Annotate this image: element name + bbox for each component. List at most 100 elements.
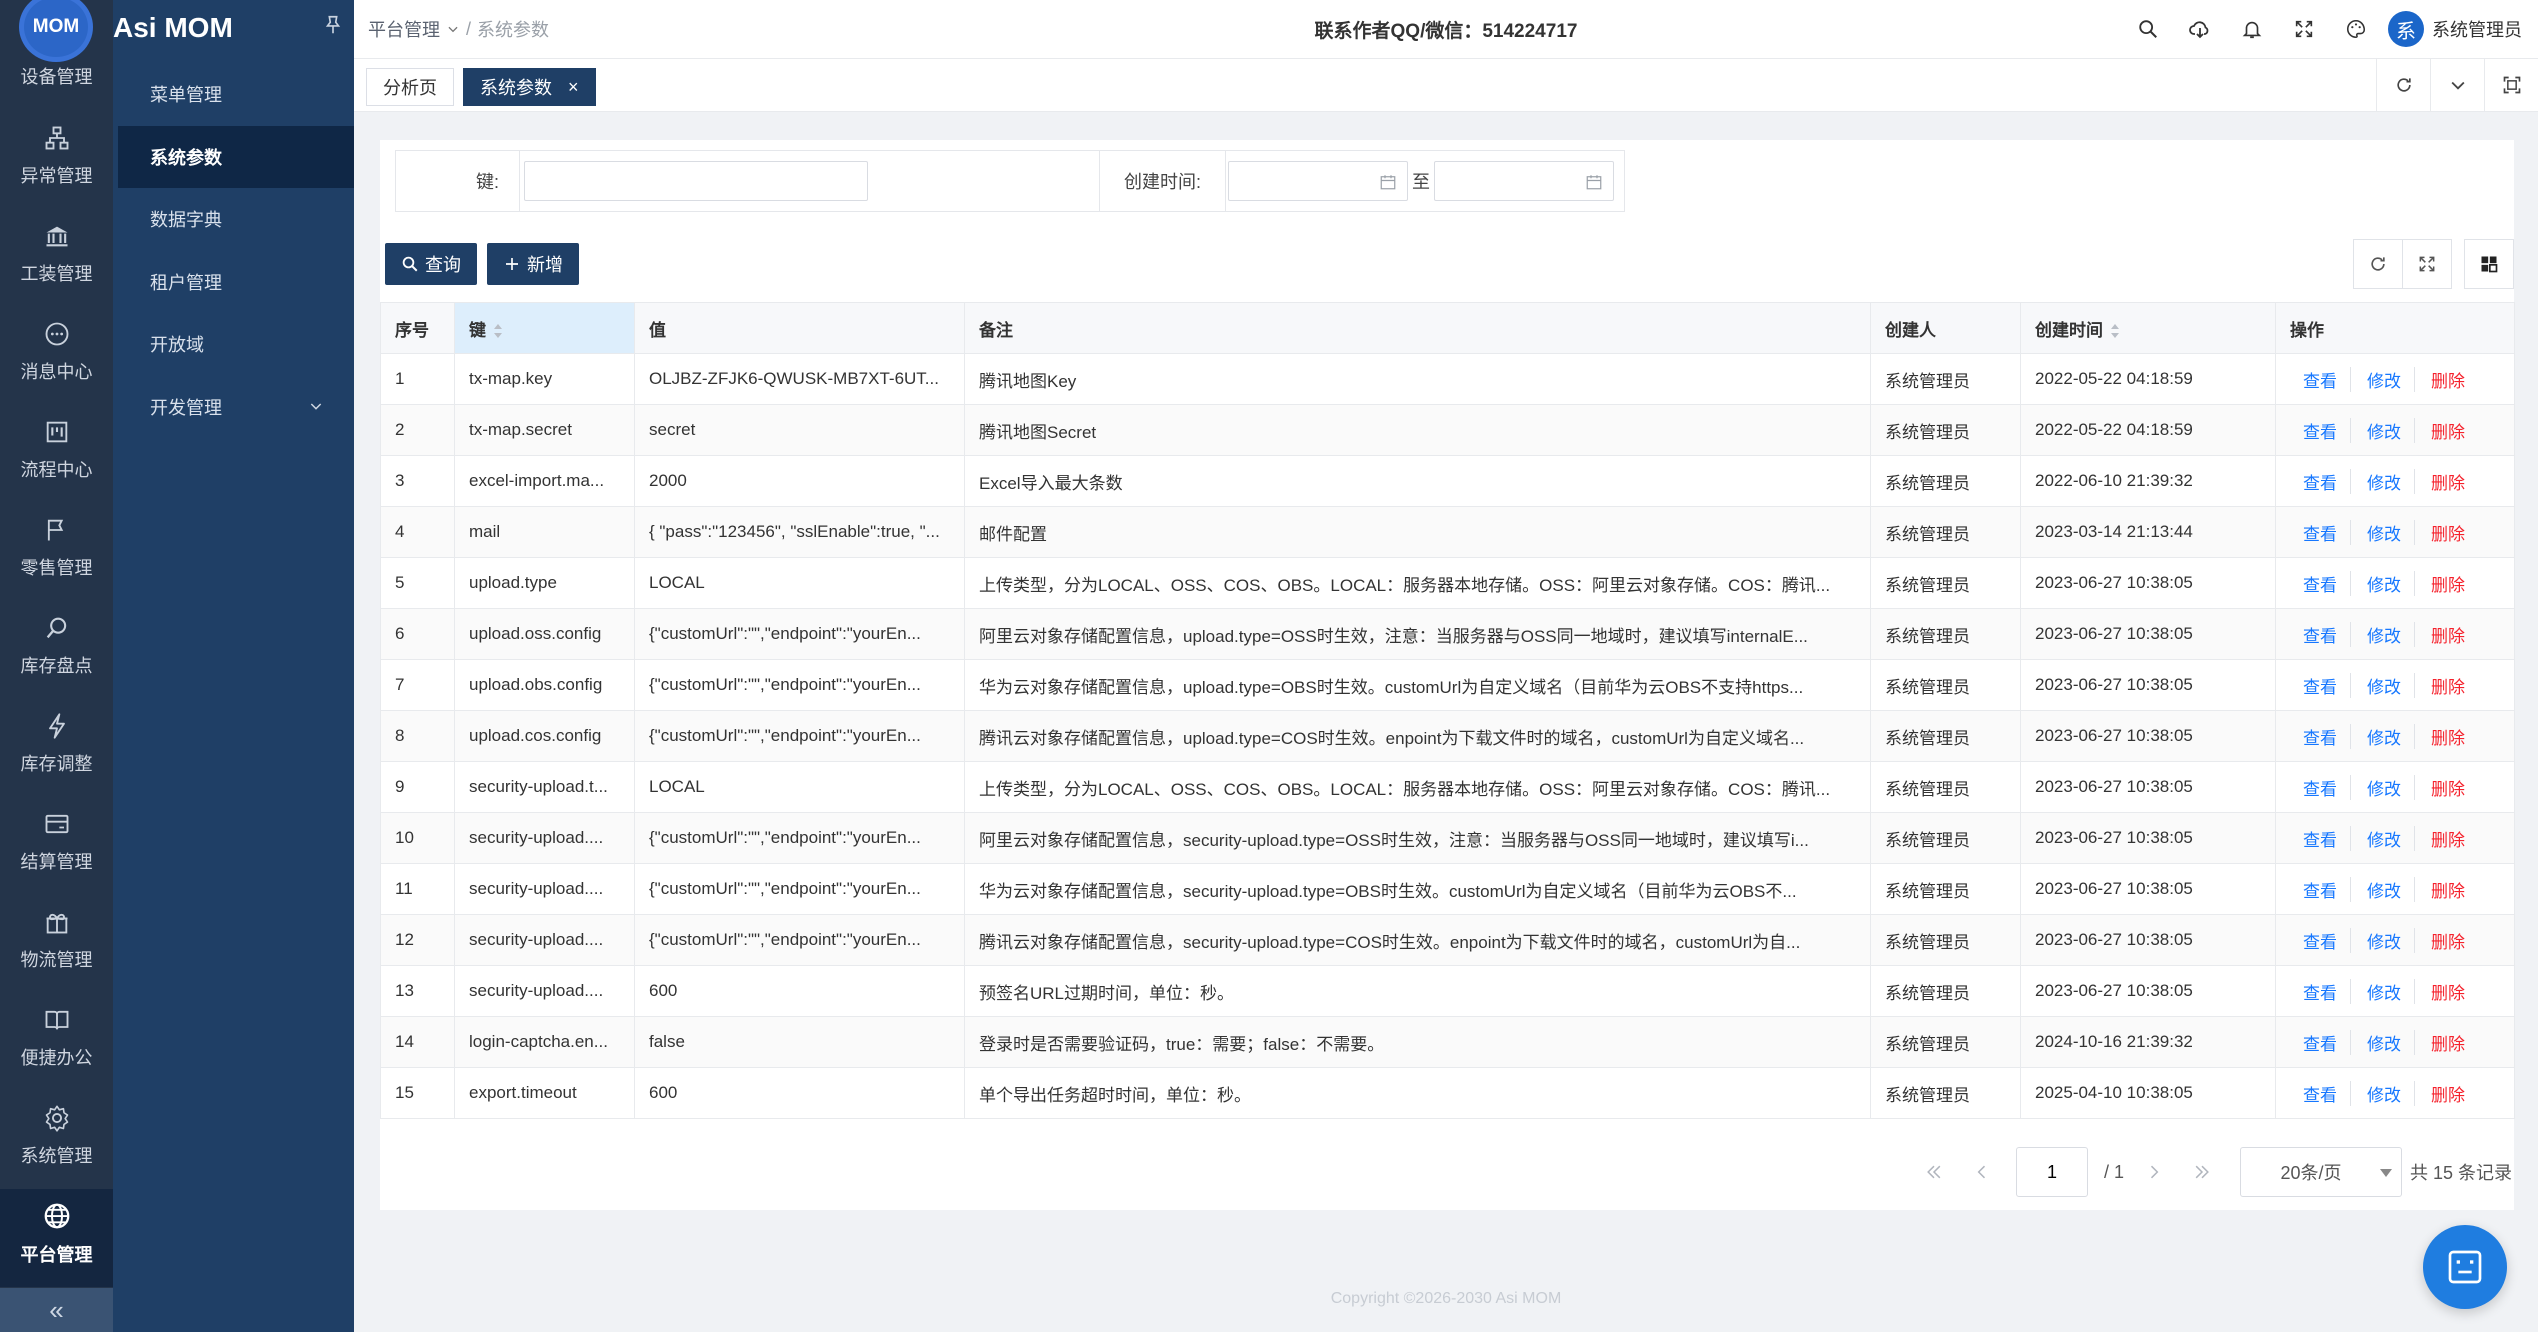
view-button[interactable]: 查看 (2303, 418, 2337, 443)
view-button[interactable]: 查看 (2303, 724, 2337, 749)
start-date-input[interactable] (1239, 171, 1369, 191)
view-button[interactable]: 查看 (2303, 571, 2337, 596)
delete-button[interactable]: 删除 (2414, 366, 2465, 392)
rail-item-platform[interactable]: 平台管理 (0, 1189, 113, 1287)
chevron-down-icon[interactable] (446, 22, 460, 36)
search-button[interactable] (2122, 18, 2174, 40)
rail-item-tooling[interactable]: 工装管理 (0, 210, 113, 308)
collapse-sidebar-button[interactable]: « (0, 1288, 113, 1332)
delete-button[interactable]: 删除 (2414, 519, 2465, 545)
edit-button[interactable]: 修改 (2350, 723, 2401, 749)
add-button[interactable]: 新增 (487, 243, 579, 285)
col-header-key[interactable]: 键 (454, 302, 635, 354)
tab-menu-button[interactable] (2430, 59, 2484, 111)
rail-item-message[interactable]: 消息中心 (0, 308, 113, 406)
end-date-input[interactable] (1445, 171, 1575, 191)
submenu-item-open-domain[interactable]: 开放域 (118, 313, 354, 375)
view-button[interactable]: 查看 (2303, 1081, 2337, 1106)
rail-item-settlement[interactable]: 结算管理 (0, 798, 113, 896)
view-button[interactable]: 查看 (2303, 1030, 2337, 1055)
edit-button[interactable]: 修改 (2350, 774, 2401, 800)
submenu-item-tenant[interactable]: 租户管理 (118, 251, 354, 313)
delete-button[interactable]: 删除 (2414, 825, 2465, 851)
submenu-item-dictionary[interactable]: 数据字典 (118, 188, 354, 250)
pin-icon[interactable] (322, 14, 344, 36)
edit-button[interactable]: 修改 (2350, 825, 2401, 851)
column-settings-button[interactable] (2464, 239, 2514, 289)
page-size-select[interactable]: 20条/页 (2239, 1147, 2402, 1197)
edit-button[interactable]: 修改 (2350, 417, 2401, 443)
delete-button[interactable]: 删除 (2414, 876, 2465, 902)
last-page-button[interactable] (2178, 1162, 2226, 1182)
delete-button[interactable]: 删除 (2414, 927, 2465, 953)
delete-button[interactable]: 删除 (2414, 1080, 2465, 1106)
view-button[interactable]: 查看 (2303, 673, 2337, 698)
close-icon[interactable]: × (568, 77, 579, 98)
edit-button[interactable]: 修改 (2350, 366, 2401, 392)
key-input[interactable] (524, 161, 868, 201)
page-number-input[interactable] (2015, 1147, 2088, 1197)
submenu-item-dev[interactable]: 开发管理 (118, 376, 354, 438)
submenu-item-sysparams[interactable]: 系统参数 (118, 126, 354, 188)
first-page-button[interactable] (1910, 1162, 1958, 1182)
delete-button[interactable]: 删除 (2414, 774, 2465, 800)
view-button[interactable]: 查看 (2303, 775, 2337, 800)
col-header-created-time[interactable]: 创建时间 (2020, 302, 2276, 354)
submenu-item-menu[interactable]: 菜单管理 (118, 63, 354, 125)
view-button[interactable]: 查看 (2303, 622, 2337, 647)
view-button[interactable]: 查看 (2303, 979, 2337, 1004)
delete-button[interactable]: 删除 (2414, 417, 2465, 443)
submenu-item-label: 租户管理 (150, 273, 222, 293)
prev-page-button[interactable] (1958, 1162, 2006, 1182)
tab-sysparams[interactable]: 系统参数 × (463, 68, 596, 106)
query-button[interactable]: 查询 (385, 243, 477, 285)
rail-item-workflow[interactable]: 流程中心 (0, 406, 113, 504)
start-date-picker[interactable] (1228, 161, 1408, 201)
edit-button[interactable]: 修改 (2350, 927, 2401, 953)
view-button[interactable]: 查看 (2303, 367, 2337, 392)
rail-item-system[interactable]: 系统管理 (0, 1092, 113, 1190)
rail-item-stock-adjust[interactable]: 库存调整 (0, 700, 113, 798)
fullscreen-button[interactable] (2278, 18, 2330, 40)
next-page-button[interactable] (2130, 1162, 2178, 1182)
breadcrumb-item[interactable]: 平台管理 (368, 16, 440, 42)
edit-button[interactable]: 修改 (2350, 1080, 2401, 1106)
rail-item-logistics[interactable]: 物流管理 (0, 896, 113, 994)
notifications-button[interactable] (2226, 18, 2278, 40)
view-button[interactable]: 查看 (2303, 928, 2337, 953)
view-button[interactable]: 查看 (2303, 520, 2337, 545)
rail-item-stocktake[interactable]: 库存盘点 (0, 602, 113, 700)
reload-tab-button[interactable] (2376, 59, 2430, 111)
view-button[interactable]: 查看 (2303, 826, 2337, 851)
assistant-button[interactable] (2423, 1225, 2507, 1309)
edit-button[interactable]: 修改 (2350, 876, 2401, 902)
delete-button[interactable]: 删除 (2414, 570, 2465, 596)
end-date-picker[interactable] (1434, 161, 1614, 201)
edit-button[interactable]: 修改 (2350, 672, 2401, 698)
cloud-download-button[interactable] (2174, 17, 2226, 41)
delete-button[interactable]: 删除 (2414, 672, 2465, 698)
delete-button[interactable]: 删除 (2414, 621, 2465, 647)
refresh-button[interactable] (2353, 239, 2403, 289)
edit-button[interactable]: 修改 (2350, 468, 2401, 494)
user-menu[interactable]: 系 系统管理员 (2388, 11, 2522, 47)
delete-button[interactable]: 删除 (2414, 978, 2465, 1004)
maximize-content-button[interactable] (2484, 59, 2538, 111)
delete-button[interactable]: 删除 (2414, 1029, 2465, 1055)
delete-button[interactable]: 删除 (2414, 468, 2465, 494)
edit-button[interactable]: 修改 (2350, 570, 2401, 596)
edit-button[interactable]: 修改 (2350, 621, 2401, 647)
rail-item-retail[interactable]: 零售管理 (0, 504, 113, 602)
view-button[interactable]: 查看 (2303, 877, 2337, 902)
fullscreen-table-button[interactable] (2402, 239, 2452, 289)
edit-button[interactable]: 修改 (2350, 519, 2401, 545)
rail-item-exception[interactable]: 异常管理 (0, 112, 113, 210)
tab-analysis[interactable]: 分析页 (366, 68, 454, 106)
edit-button[interactable]: 修改 (2350, 978, 2401, 1004)
rail-item-device[interactable]: 设备管理 (0, 37, 113, 99)
delete-button[interactable]: 删除 (2414, 723, 2465, 749)
theme-button[interactable] (2330, 18, 2382, 40)
edit-button[interactable]: 修改 (2350, 1029, 2401, 1055)
view-button[interactable]: 查看 (2303, 469, 2337, 494)
rail-item-office[interactable]: 便捷办公 (0, 994, 113, 1092)
